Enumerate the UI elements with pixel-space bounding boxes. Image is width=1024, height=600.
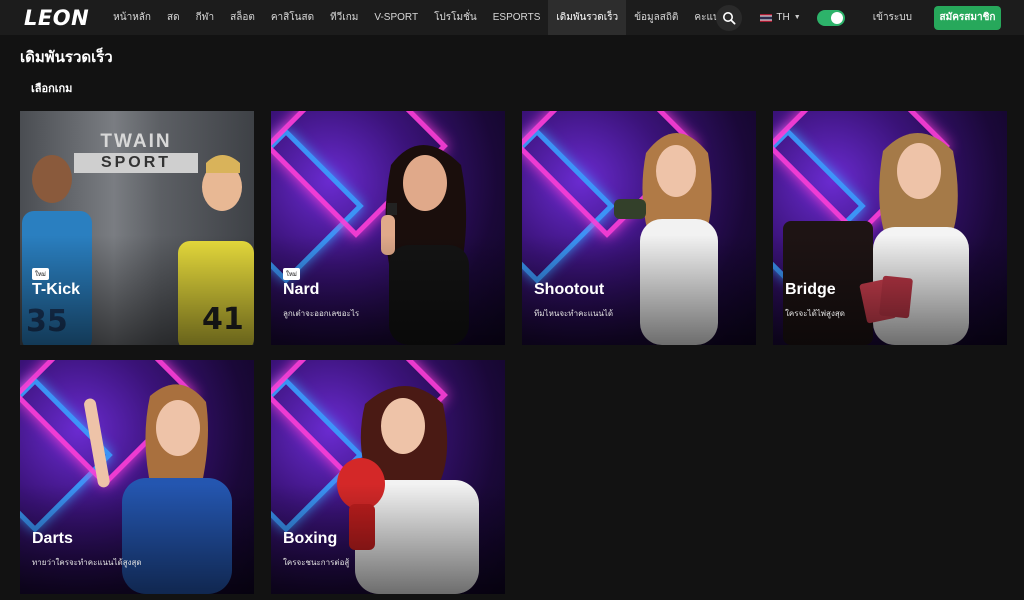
game-name: Darts	[32, 530, 73, 547]
game-name: Bridge	[785, 281, 836, 298]
game-description: ใครจะได้ไพ่สูงสุด	[785, 309, 845, 318]
game-card-shootout[interactable]: Shootout ทีมไหนจะทำคะแนนได้	[522, 111, 756, 345]
thai-flag-icon	[760, 13, 773, 22]
game-card-t-kick[interactable]: TWAIN SPORT 35 41 ใหม่ T-Kick	[20, 111, 254, 345]
nav-item-sports[interactable]: กีฬา	[188, 0, 223, 35]
game-card-darts[interactable]: Darts ทายว่าใครจะทำคะแนนได้สูงสุด	[20, 360, 254, 594]
game-card-bridge[interactable]: Bridge ใครจะได้ไพ่สูงสุด	[773, 111, 1007, 345]
section-title: เลือกเกม	[31, 83, 73, 95]
theme-toggle[interactable]	[816, 9, 845, 26]
new-badge: ใหม่	[283, 268, 300, 280]
toggle-knob	[830, 11, 843, 24]
nav-item-home[interactable]: หน้าหลัก	[105, 0, 159, 35]
game-name: Shootout	[534, 281, 605, 298]
page-title: เดิมพันรวดเร็ว	[20, 49, 113, 66]
nav-item-live-casino[interactable]: คาสิโนสด	[263, 0, 322, 35]
header-actions: TH ▼ เข้าระบบ สมัครสมาชิก	[716, 0, 1001, 35]
nav-item-v-sport[interactable]: V-SPORT	[366, 0, 426, 35]
game-card-nard[interactable]: ใหม่ Nard ลูกเต๋าจะออกเลขอะไร	[271, 111, 505, 345]
game-description: ใครจะชนะการต่อสู้	[283, 558, 350, 567]
language-selector[interactable]: TH ▼	[760, 12, 801, 23]
game-name: Boxing	[283, 530, 338, 547]
nav-item-fast-bets[interactable]: เดิมพันรวดเร็ว	[548, 0, 627, 35]
top-navigation-bar: LEON หน้าหลัก สด กีฬา สล็อต คาสิโนสด ทีว…	[0, 0, 1024, 35]
game-description: ลูกเต๋าจะออกเลขอะไร	[283, 309, 360, 318]
nav-item-slots[interactable]: สล็อต	[222, 0, 263, 35]
main-nav: หน้าหลัก สด กีฬา สล็อต คาสิโนสด ทีวีเกม …	[105, 0, 747, 35]
nav-item-tv-games[interactable]: ทีวีเกม	[322, 0, 366, 35]
nav-item-live[interactable]: สด	[159, 0, 188, 35]
chevron-down-icon: ▼	[793, 14, 801, 21]
game-name: T-Kick	[32, 281, 81, 298]
game-name: Nard	[283, 281, 320, 298]
game-description: ทายว่าใครจะทำคะแนนได้สูงสุด	[32, 558, 142, 567]
language-code: TH	[776, 12, 790, 23]
nav-item-esports[interactable]: ESPORTS	[485, 0, 549, 35]
search-button[interactable]	[716, 4, 743, 31]
nav-item-promotions[interactable]: โปรโมชั่น	[426, 0, 485, 35]
twain-sport-logo: TWAIN	[100, 131, 172, 152]
game-card-boxing[interactable]: Boxing ใครจะชนะการต่อสู้	[271, 360, 505, 594]
nav-item-statistics[interactable]: ข้อมูลสถิติ	[626, 0, 686, 35]
register-button[interactable]: สมัครสมาชิก	[934, 5, 1001, 30]
game-description: ทีมไหนจะทำคะแนนได้	[534, 309, 614, 318]
search-icon	[723, 11, 736, 25]
login-link[interactable]: เข้าระบบ	[873, 10, 912, 25]
leon-logo[interactable]: LEON	[24, 6, 89, 30]
new-badge: ใหม่	[32, 268, 49, 280]
